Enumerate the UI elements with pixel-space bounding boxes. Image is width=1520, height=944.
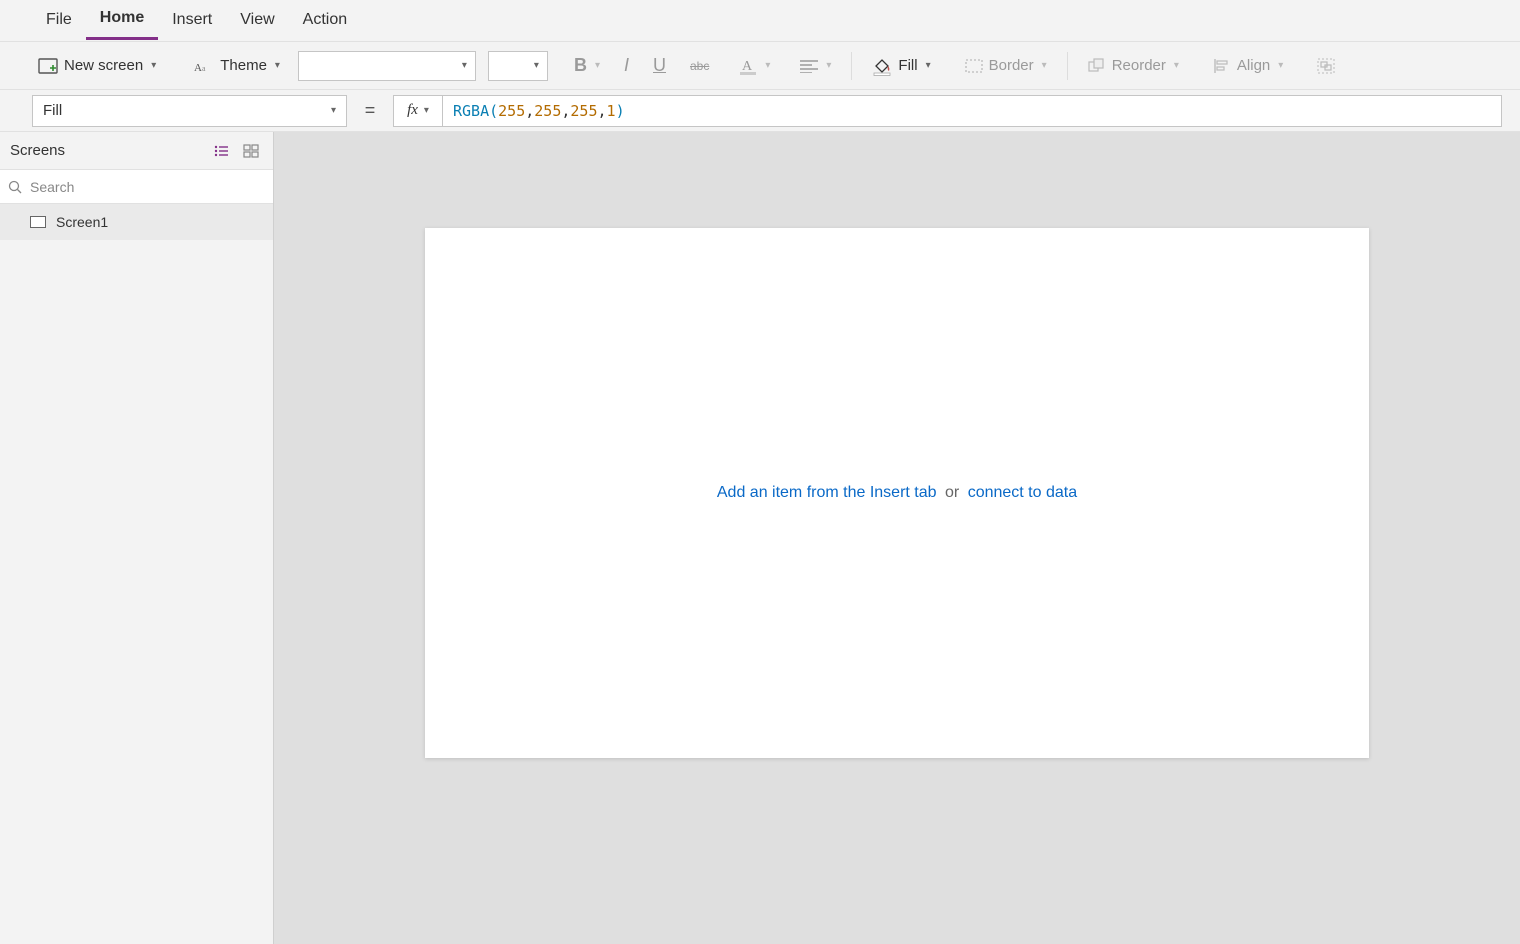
group-button[interactable] (1307, 54, 1345, 78)
border-label: Border (989, 57, 1034, 74)
chevron-down-icon: ▾ (424, 105, 429, 116)
align-button[interactable]: Align ▾ (1203, 53, 1293, 78)
fx-button[interactable]: fx ▾ (393, 95, 443, 127)
formula-input[interactable]: RGBA(255, 255, 255, 1) (443, 95, 1502, 127)
border-button[interactable]: Border ▾ (955, 53, 1057, 78)
property-value: Fill (43, 102, 62, 119)
connect-data-link[interactable]: connect to data (968, 484, 1077, 501)
underline-icon: U (653, 55, 666, 76)
ribbon-separator (851, 52, 852, 80)
search-icon (8, 180, 22, 194)
menu-insert[interactable]: Insert (158, 3, 226, 39)
canvas-area: Add an item from the Insert tab or conne… (274, 132, 1520, 944)
equals-sign: = (361, 100, 379, 121)
new-screen-icon (38, 58, 58, 74)
bold-icon: B (574, 55, 587, 76)
chevron-down-icon: ▾ (1278, 60, 1283, 71)
align-objects-icon (1213, 58, 1231, 74)
fill-label: Fill (898, 57, 917, 74)
menu-bar: File Home Insert View Action (0, 0, 1520, 42)
reorder-button[interactable]: Reorder ▾ (1078, 53, 1189, 78)
font-size-select[interactable]: ▾ (488, 51, 548, 81)
chevron-down-icon: ▾ (1174, 60, 1179, 71)
bold-button[interactable]: B ▾ (564, 51, 610, 80)
screens-panel: Screens (0, 132, 274, 944)
paint-bucket-icon (872, 56, 892, 76)
fill-color-button[interactable]: Fill ▾ (862, 52, 940, 80)
canvas-empty-hint: Add an item from the Insert tab or conne… (717, 484, 1077, 502)
tree-item-screen1[interactable]: Screen1 (0, 204, 273, 240)
underline-button[interactable]: U (643, 51, 676, 80)
ribbon-separator (1067, 52, 1068, 80)
screens-panel-title: Screens (10, 142, 203, 159)
border-icon (965, 59, 983, 73)
tree-item-label: Screen1 (56, 214, 108, 230)
new-screen-button[interactable]: New screen ▾ (28, 53, 166, 78)
formula-bar: Fill ▾ = fx ▾ RGBA(255, 255, 255, 1) (0, 90, 1520, 132)
screen-icon (30, 216, 46, 228)
menu-action[interactable]: Action (289, 3, 361, 39)
chevron-down-icon: ▾ (1042, 60, 1047, 71)
chevron-down-icon: ▾ (462, 60, 467, 71)
theme-button[interactable]: A a Theme ▾ (184, 53, 290, 78)
screens-panel-header: Screens (0, 132, 273, 170)
chevron-down-icon: ▾ (926, 60, 931, 71)
reorder-icon (1088, 58, 1106, 74)
svg-text:A: A (194, 62, 202, 74)
strikethrough-button[interactable]: abc (680, 55, 719, 77)
group-icon (1317, 58, 1335, 74)
font-color-icon: A (739, 56, 757, 76)
chevron-down-icon: ▾ (595, 60, 600, 71)
italic-button[interactable]: I (614, 51, 639, 80)
font-color-button[interactable]: A ▾ (729, 52, 780, 80)
menu-view[interactable]: View (226, 3, 288, 39)
font-family-select[interactable]: ▾ (298, 51, 476, 81)
hint-or: or (945, 484, 959, 501)
align-label: Align (1237, 57, 1270, 74)
theme-icon: A a (194, 58, 214, 74)
screens-search-input[interactable] (28, 178, 265, 196)
ribbon: New screen ▾ A a Theme ▾ ▾ ▾ B ▾ I U abc (0, 42, 1520, 90)
property-select[interactable]: Fill ▾ (32, 95, 347, 127)
menu-home[interactable]: Home (86, 1, 158, 40)
chevron-down-icon: ▾ (765, 60, 770, 71)
strikethrough-icon: abc (690, 59, 709, 73)
chevron-down-icon: ▾ (275, 60, 280, 71)
svg-text:A: A (742, 59, 753, 74)
chevron-down-icon: ▾ (331, 105, 336, 116)
align-left-icon (800, 59, 818, 73)
design-canvas[interactable]: Add an item from the Insert tab or conne… (425, 228, 1369, 758)
new-screen-label: New screen (64, 57, 143, 74)
svg-text:a: a (202, 64, 206, 73)
chevron-down-icon: ▾ (151, 60, 156, 71)
insert-tab-link[interactable]: Add an item from the Insert tab (717, 484, 937, 501)
screens-search[interactable] (0, 170, 273, 204)
tree-view-button[interactable] (209, 139, 233, 163)
menu-file[interactable]: File (32, 3, 86, 39)
chevron-down-icon: ▾ (534, 60, 539, 71)
fx-label: fx (407, 102, 418, 119)
italic-icon: I (624, 55, 629, 76)
thumbnail-view-button[interactable] (239, 139, 263, 163)
workspace: Screens (0, 132, 1520, 944)
align-text-button[interactable]: ▾ (790, 55, 841, 77)
theme-label: Theme (220, 57, 267, 74)
reorder-label: Reorder (1112, 57, 1166, 74)
chevron-down-icon: ▾ (826, 60, 831, 71)
